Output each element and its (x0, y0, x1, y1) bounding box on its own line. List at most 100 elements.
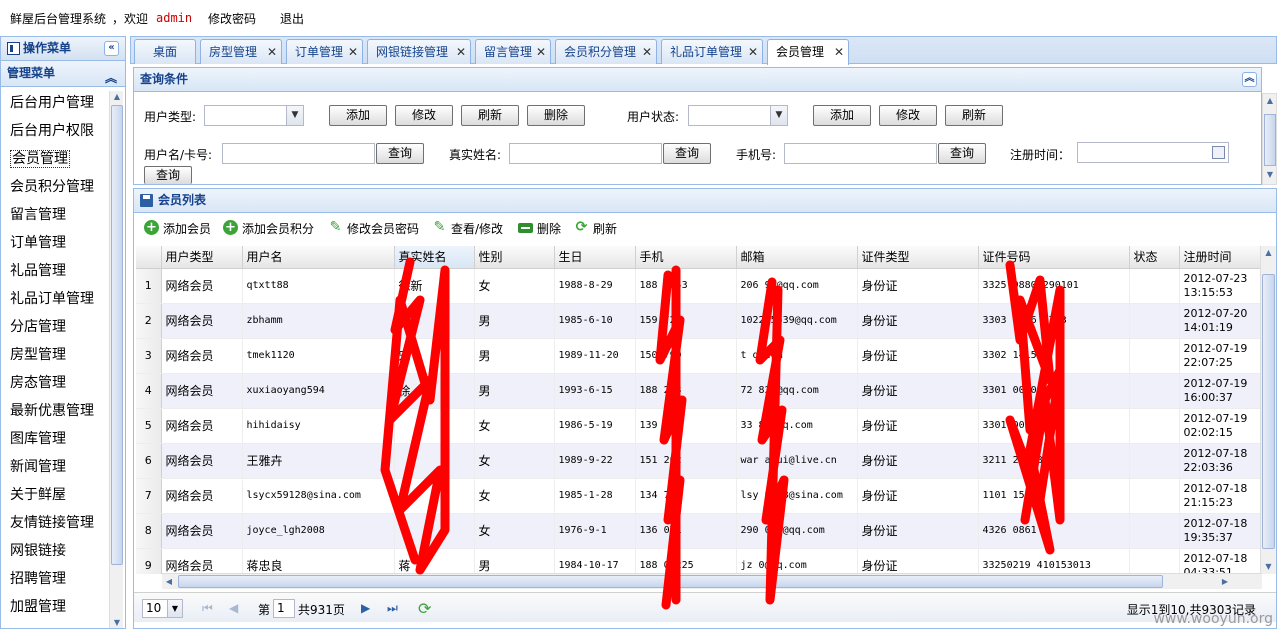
refresh-button[interactable]: 刷新 (461, 105, 519, 126)
delete-button[interactable]: 删除 (527, 105, 585, 126)
collapse-up-icon[interactable]: ︽ (1242, 72, 1257, 87)
scroll-down-icon[interactable]: ▼ (1262, 560, 1275, 574)
sidebar-item[interactable]: 新闻管理 (1, 453, 109, 481)
query-scrollbar[interactable]: ▲ ▼ (1262, 93, 1277, 185)
sidebar-item[interactable]: 房型管理 (1, 341, 109, 369)
column-header[interactable]: 状态 (1129, 246, 1180, 269)
close-icon[interactable]: ✕ (348, 40, 358, 64)
close-icon[interactable]: ✕ (456, 40, 466, 64)
sidebar-item[interactable]: 网银链接 (1, 537, 109, 565)
column-header[interactable]: 真实姓名 (394, 246, 475, 269)
user-status-select[interactable]: ▼ (688, 105, 788, 126)
tab[interactable]: 桌面 (134, 39, 196, 64)
phone-input[interactable] (784, 143, 937, 164)
table-row[interactable]: 3 网络会员 tmek1120 宋男 1989-11-20 150 790 t q.com 身… (136, 338, 1260, 374)
sidebar-scrollbar[interactable]: ▲ ▼ (109, 91, 123, 628)
next-page-icon[interactable]: ▶ (361, 601, 370, 615)
first-page-icon[interactable]: ⏮ (202, 601, 213, 616)
scrollbar-thumb[interactable] (1264, 114, 1276, 166)
add-button[interactable]: 添加 (329, 105, 387, 126)
close-icon[interactable]: ✕ (834, 40, 844, 64)
scroll-up-icon[interactable]: ▲ (1264, 96, 1276, 108)
prev-page-icon[interactable]: ◀ (229, 601, 238, 615)
search-realname-button[interactable]: 查询 (663, 143, 711, 164)
tab[interactable]: 网银链接管理 ✕ (367, 39, 471, 64)
table-row[interactable]: 8 网络会员 joyce_lgh2008 女 1976-9-1 136 071 290 02… (136, 513, 1260, 549)
column-header[interactable]: 注册时间 (1179, 246, 1260, 269)
sidebar-item[interactable]: 订单管理 (1, 229, 109, 257)
chevron-down-icon[interactable]: ▼ (286, 106, 303, 125)
column-header[interactable]: 邮箱 (736, 246, 858, 269)
search-regtime-button[interactable]: 查询 (144, 166, 192, 184)
sidebar-item[interactable]: 后台用户权限 (1, 117, 109, 145)
search-phone-button[interactable]: 查询 (938, 143, 986, 164)
sidebar-item[interactable]: 礼品管理 (1, 257, 109, 285)
column-header[interactable]: 证件类型 (857, 246, 979, 269)
sidebar-item[interactable]: 友情链接管理 (1, 509, 109, 537)
table-row[interactable]: 2 网络会员 zbhamm 男 1985-6-10 159 721 1022 5539@qq… (136, 303, 1260, 339)
scrollbar-thumb[interactable] (111, 105, 123, 565)
edit-status-button[interactable]: 修改 (879, 105, 937, 126)
scroll-up-icon[interactable]: ▲ (1262, 246, 1275, 260)
column-header[interactable]: 性别 (474, 246, 555, 269)
scroll-down-icon[interactable]: ▼ (1264, 170, 1276, 182)
scroll-left-icon[interactable]: ◀ (162, 575, 176, 588)
scroll-right-icon[interactable]: ▶ (1218, 575, 1232, 588)
collapse-left-icon[interactable]: « (104, 41, 119, 56)
table-row[interactable]: 5 网络会员 hihidaisy 女 1986-5-19 139 976 33 83@qq.… (136, 408, 1260, 444)
sidebar-item[interactable]: 关于鲜屋 (1, 481, 109, 509)
page-number-input[interactable]: 1 (273, 599, 295, 618)
tab[interactable]: 礼品订单管理 ✕ (661, 39, 763, 64)
user-type-select[interactable]: ▼ (204, 105, 304, 126)
sidebar-item[interactable]: 会员管理 (1, 145, 109, 173)
column-header[interactable]: 生日 (554, 246, 636, 269)
username-input[interactable] (222, 143, 375, 164)
grid-vertical-scrollbar[interactable]: ▲ ▼ (1260, 246, 1276, 574)
scroll-up-icon[interactable]: ▲ (111, 91, 123, 103)
sidebar-item[interactable]: 分店管理 (1, 313, 109, 341)
tab[interactable]: 留言管理 ✕ (475, 39, 551, 64)
close-icon[interactable]: ✕ (536, 40, 546, 64)
column-header[interactable]: 手机 (635, 246, 737, 269)
scrollbar-thumb[interactable] (178, 575, 1163, 588)
close-icon[interactable]: ✕ (642, 40, 652, 64)
edit-password-button[interactable]: ✎ 修改会员密码 (328, 220, 419, 237)
sidebar-item[interactable]: 房态管理 (1, 369, 109, 397)
column-header[interactable]: 用户名 (242, 246, 395, 269)
close-icon[interactable]: ✕ (267, 40, 277, 64)
refresh-icon[interactable]: ⟳ (418, 599, 431, 618)
regtime-input[interactable] (1077, 142, 1229, 163)
logout-link[interactable]: 退出 (280, 10, 304, 27)
edit-button[interactable]: 修改 (395, 105, 453, 126)
sidebar-item[interactable]: 最新优惠管理 (1, 397, 109, 425)
chevron-up-icon[interactable]: ︽ (105, 66, 117, 91)
grid-horizontal-scrollbar[interactable]: ◀ ▶ (162, 573, 1262, 589)
scrollbar-thumb[interactable] (1262, 274, 1275, 549)
table-row[interactable]: 6 网络会员 王雅卉 女 1989-9-22 151 202 war ahui@live.c… (136, 443, 1260, 479)
add-points-button[interactable]: + 添加会员积分 (223, 220, 314, 237)
table-row[interactable]: 7 网络会员 lsycx59128@sina.com 女 1985-1-28 134 72… (136, 478, 1260, 514)
sidebar-item[interactable]: 后台用户管理 (1, 89, 109, 117)
change-password-link[interactable]: 修改密码 (208, 10, 256, 27)
tab[interactable]: 会员管理 ✕ (767, 39, 849, 65)
close-icon[interactable]: ✕ (748, 40, 758, 64)
table-row[interactable]: 1 网络会员 qtxtt88 徐新女 1988-8-29 188 7843 206 91@q… (136, 268, 1260, 304)
chevron-down-icon[interactable]: ▼ (167, 600, 182, 617)
delete-member-button[interactable]: 删除 (518, 220, 561, 237)
table-row[interactable]: 4 网络会员 xuxiaoyang594 徐男 1993-6-15 188 263 72 8… (136, 373, 1260, 409)
last-page-icon[interactable]: ⏭ (387, 601, 398, 616)
search-username-button[interactable]: 查询 (376, 143, 424, 164)
refresh-list-button[interactable]: ⟳ 刷新 (574, 220, 617, 237)
tab[interactable]: 房型管理 ✕ (200, 39, 282, 64)
realname-input[interactable] (509, 143, 662, 164)
tab[interactable]: 会员积分管理 ✕ (555, 39, 657, 64)
add-member-button[interactable]: + 添加会员 (144, 220, 211, 237)
calendar-icon[interactable] (1212, 146, 1225, 159)
sidebar-item[interactable]: 礼品订单管理 (1, 285, 109, 313)
sidebar-item[interactable]: 招聘管理 (1, 565, 109, 593)
refresh-status-button[interactable]: 刷新 (945, 105, 1003, 126)
sidebar-item[interactable]: 留言管理 (1, 201, 109, 229)
sidebar-item[interactable]: 会员积分管理 (1, 173, 109, 201)
column-header[interactable]: 用户类型 (161, 246, 243, 269)
page-size-select[interactable]: 10 ▼ (142, 599, 183, 618)
